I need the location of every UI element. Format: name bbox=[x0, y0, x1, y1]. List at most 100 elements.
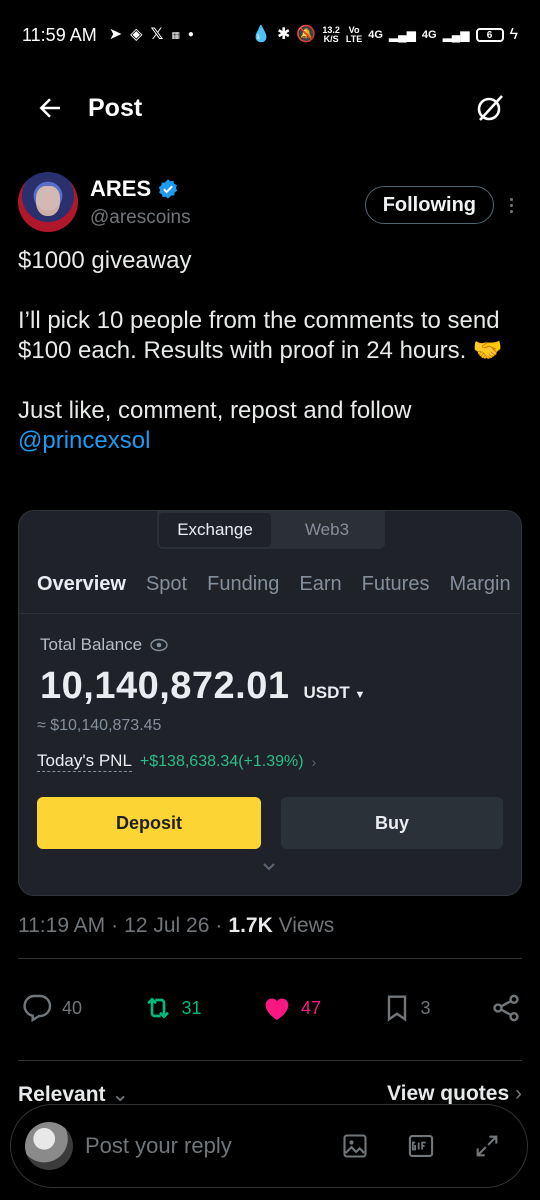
tab-margin: Margin bbox=[449, 573, 511, 595]
balance-value-row: 10,140,872.01 USDT ▼ bbox=[40, 665, 365, 708]
more-options-icon[interactable] bbox=[500, 185, 522, 225]
pnl-value: +$138,638.34(+1.39%) bbox=[139, 752, 304, 770]
grok-icon bbox=[477, 95, 503, 121]
chevron-right-icon-2: › bbox=[515, 1082, 522, 1105]
action-bar: 40 31 47 3 bbox=[22, 986, 522, 1030]
image-icon[interactable] bbox=[341, 1132, 369, 1160]
following-button[interactable]: Following bbox=[364, 186, 494, 224]
data-saver-icon: 💧 bbox=[251, 26, 272, 43]
author-names: ARES @arescoins bbox=[90, 172, 191, 229]
like-count: 47 bbox=[301, 997, 322, 1018]
volte-bottom: LTE bbox=[345, 34, 363, 44]
bookmark-button[interactable]: 3 bbox=[381, 992, 431, 1024]
meta-separator-2: · bbox=[215, 914, 223, 937]
mute-icon: 🔕 bbox=[296, 26, 317, 43]
post-views[interactable]: 1.7K Views bbox=[228, 914, 334, 938]
gif-icon[interactable] bbox=[407, 1132, 435, 1160]
page-title: Post bbox=[88, 93, 143, 122]
telegram-icon: ➤ bbox=[108, 26, 123, 43]
repost-button[interactable]: 31 bbox=[142, 992, 202, 1024]
share-button[interactable] bbox=[490, 992, 522, 1024]
x-icon: 𝕏 bbox=[150, 26, 164, 43]
reply-count: 40 bbox=[62, 997, 83, 1018]
balance-unit-text: USDT bbox=[303, 683, 350, 702]
tab-overview: Overview bbox=[37, 573, 126, 595]
signal-icon: ▂▄▆ bbox=[388, 28, 416, 42]
pnl-row: Today's PNL +$138,638.34(+1.39%) › bbox=[37, 751, 316, 772]
tab-spot: Spot bbox=[145, 573, 188, 595]
dot-icon: ● bbox=[187, 29, 194, 40]
tab-funding: Funding bbox=[207, 573, 280, 595]
post-meta: 11:19 AM · 12 Jul 26 · 1.7K Views bbox=[18, 914, 334, 938]
post-date: 12 Jul 26 bbox=[124, 914, 210, 937]
back-arrow-icon bbox=[39, 98, 60, 118]
divider-bottom bbox=[18, 1060, 522, 1061]
charging-icon: ϟ bbox=[509, 26, 518, 43]
divider-top bbox=[18, 958, 522, 959]
post-header: Post bbox=[0, 80, 540, 136]
post-line-3: Just like, comment, repost and follow @p… bbox=[18, 396, 522, 456]
meta-separator: · bbox=[111, 914, 119, 937]
reply-input[interactable]: Post your reply bbox=[85, 1133, 341, 1159]
post-line-3-text: Just like, comment, repost and follow bbox=[18, 397, 412, 424]
total-balance-text: Total Balance bbox=[40, 635, 143, 654]
back-button[interactable] bbox=[30, 88, 70, 128]
chevron-down-icon bbox=[263, 863, 275, 871]
app-icon: ◈ bbox=[130, 26, 143, 43]
buy-button: Buy bbox=[281, 797, 503, 849]
view-quotes-label: View quotes bbox=[387, 1082, 510, 1105]
wallet-tabs: Overview Spot Funding Earn Futures Margi… bbox=[37, 573, 511, 596]
views-label: Views bbox=[278, 914, 335, 937]
signal-2-label: 4G bbox=[421, 29, 437, 41]
post-line-1: $1000 giveaway bbox=[18, 247, 192, 274]
eye-icon bbox=[150, 638, 168, 652]
reply-tools bbox=[341, 1132, 501, 1160]
signal-1-label: 4G bbox=[368, 29, 383, 41]
segment-control: Exchange Web3 bbox=[157, 511, 385, 549]
verified-badge-icon bbox=[158, 179, 178, 199]
chevron-right-icon: › bbox=[311, 753, 317, 770]
bookmark-count: 3 bbox=[420, 997, 431, 1018]
repost-icon bbox=[146, 997, 169, 1019]
tab-futures: Futures bbox=[361, 573, 430, 595]
balance-value: 10,140,872.01 bbox=[40, 665, 290, 707]
handle[interactable]: @arescoins bbox=[90, 207, 191, 229]
avatar[interactable] bbox=[18, 172, 78, 232]
relevant-label: Relevant bbox=[18, 1083, 106, 1106]
balance-unit: USDT ▼ bbox=[304, 683, 366, 703]
signal-icon-2: ▂▄▆ bbox=[442, 28, 470, 42]
deposit-button: Deposit bbox=[37, 797, 261, 849]
pnl-label: Today's PNL bbox=[37, 751, 132, 772]
total-balance-label: Total Balance bbox=[40, 635, 168, 655]
share-icon bbox=[493, 994, 519, 1022]
network-speed: 13.2 K/S bbox=[322, 26, 340, 44]
balance-approx: ≈ $10,140,873.45 bbox=[37, 717, 162, 734]
reply-icon bbox=[23, 994, 52, 1023]
user-avatar bbox=[25, 1122, 73, 1170]
post-time: 11:19 AM bbox=[18, 914, 106, 937]
bookmark-icon bbox=[387, 995, 406, 1022]
grok-button[interactable] bbox=[470, 88, 510, 128]
like-button[interactable]: 47 bbox=[261, 992, 321, 1024]
display-name[interactable]: ARES bbox=[90, 176, 151, 202]
tabs-divider bbox=[19, 613, 521, 614]
chevron-down-icon-2: ⌄ bbox=[111, 1083, 129, 1106]
views-count: 1.7K bbox=[228, 914, 273, 937]
status-bar: 11:59 AM ➤ ◈ 𝕏 ▦ ● 💧 ✱ 🔕 13.2 K/S Vo LTE… bbox=[0, 0, 540, 70]
mention-link[interactable]: @princexsol bbox=[18, 427, 150, 454]
expand-icon[interactable] bbox=[473, 1132, 501, 1160]
reply-bar: Post your reply bbox=[10, 1104, 528, 1188]
post-image[interactable]: Exchange Web3 Overview Spot Funding Earn… bbox=[18, 510, 522, 896]
bluetooth-icon: ✱ bbox=[277, 26, 291, 43]
net-speed-unit: K/S bbox=[323, 34, 339, 44]
segment-exchange: Exchange bbox=[159, 513, 271, 547]
volte-indicator: Vo LTE bbox=[346, 26, 362, 44]
caret-down-icon: ▼ bbox=[354, 689, 366, 701]
reply-button[interactable]: 40 bbox=[22, 992, 82, 1024]
status-time: 11:59 AM bbox=[22, 24, 97, 45]
author-row: ARES @arescoins Following bbox=[18, 172, 522, 236]
tab-earn: Earn bbox=[299, 573, 342, 595]
temu-icon: ▦ bbox=[171, 29, 180, 40]
repost-count: 31 bbox=[181, 997, 202, 1018]
post-text: $1000 giveaway I’ll pick 10 people from … bbox=[18, 246, 522, 456]
